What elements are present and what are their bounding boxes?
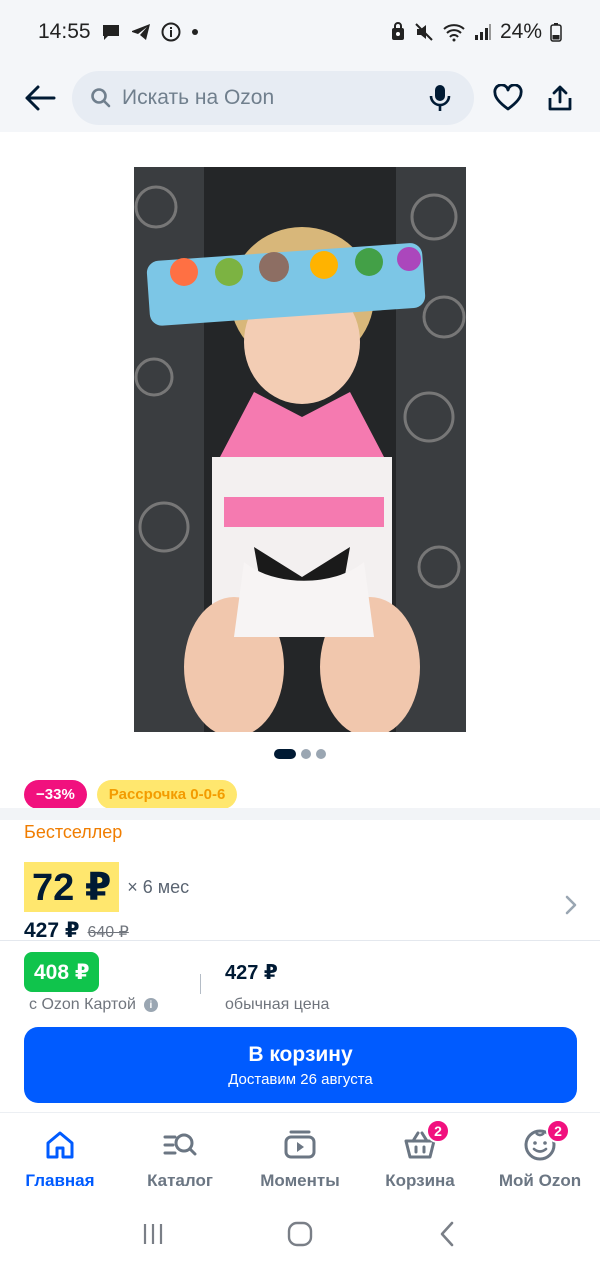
discount-badge: −33% <box>24 780 87 809</box>
product-image[interactable] <box>134 167 466 732</box>
nav-catalog[interactable]: Каталог <box>120 1113 240 1202</box>
back-button[interactable] <box>18 76 62 120</box>
nav-home[interactable]: Главная <box>0 1113 120 1202</box>
recent-apps-icon <box>144 1224 163 1244</box>
profile-notification-badge: 2 <box>546 1119 570 1143</box>
home-circle-icon <box>287 1221 313 1247</box>
nav-catalog-label: Каталог <box>147 1171 213 1190</box>
nav-profile-label: Мой Ozon <box>498 1171 582 1190</box>
nav-moments-label: Моменты <box>260 1171 340 1190</box>
wifi-icon <box>442 22 466 42</box>
image-pager[interactable] <box>0 749 600 759</box>
search-header: Искать на Ozon <box>0 64 600 132</box>
installment-badge[interactable]: Рассрочка 0-0-6 <box>96 780 238 809</box>
mute-icon <box>414 22 434 42</box>
installment-price: 72 ₽ <box>24 862 120 912</box>
signal-icon <box>474 23 492 41</box>
add-to-cart-label: В корзину <box>248 1042 353 1066</box>
badge-row: −33% Рассрочка 0-0-6 <box>24 780 238 809</box>
installment-offer[interactable]: 72 ₽ × 6 мес <box>24 862 189 912</box>
dot-icon <box>191 28 199 36</box>
add-to-cart-button[interactable]: В корзину Доставим 26 августа <box>24 1027 577 1103</box>
home-icon <box>42 1127 78 1163</box>
bestseller-label: Бестселлер <box>24 822 123 842</box>
pager-dot[interactable] <box>316 749 326 759</box>
pager-dot-active[interactable] <box>274 749 296 759</box>
installment-months: × 6 мес <box>127 876 190 897</box>
share-icon <box>548 85 572 111</box>
bottom-navigation: Главная Каталог Моменты 2 Корзина 2 Мой … <box>0 1112 600 1202</box>
voice-search-button[interactable] <box>418 76 462 120</box>
ozon-card-caption[interactable]: с Ozon Картой i <box>29 996 158 1014</box>
delivery-date: Доставим 26 августа <box>228 1070 373 1088</box>
battery-level: 24% <box>499 20 542 43</box>
pager-dot[interactable] <box>301 749 311 759</box>
search-input[interactable]: Искать на Ozon <box>72 71 474 125</box>
arrow-left-icon <box>25 85 56 111</box>
nav-cart-label: Корзина <box>385 1171 455 1190</box>
telegram-icon <box>131 23 151 41</box>
chevron-left-icon <box>440 1221 453 1247</box>
info-icon[interactable]: i <box>143 998 158 1012</box>
alarm-icon <box>390 22 406 42</box>
status-time: 14:55 <box>38 20 91 43</box>
nav-home-label: Главная <box>25 1171 95 1190</box>
recent-apps-button[interactable] <box>123 1209 183 1259</box>
price-separator <box>200 974 201 994</box>
ozon-card-caption-text: с Ozon Картой <box>29 996 136 1013</box>
info-status-icon <box>161 22 181 42</box>
old-price: 640 ₽ <box>87 924 129 941</box>
home-system-button[interactable] <box>270 1209 330 1259</box>
favorite-button[interactable] <box>486 76 530 120</box>
system-navigation <box>0 1202 600 1266</box>
installment-chevron[interactable] <box>558 890 584 920</box>
cart-count-badge: 2 <box>426 1119 450 1143</box>
microphone-icon <box>429 85 451 111</box>
chevron-right-icon <box>565 895 577 915</box>
divider <box>0 940 600 941</box>
product-photo <box>134 167 466 732</box>
status-bar: 14:55 24% <box>0 0 600 64</box>
search-icon <box>91 88 111 108</box>
battery-icon <box>550 22 562 42</box>
section-divider <box>0 808 600 820</box>
nav-moments[interactable]: Моменты <box>240 1113 360 1202</box>
nav-profile[interactable]: 2 Мой Ozon <box>480 1113 600 1202</box>
search-placeholder: Искать на Ozon <box>122 86 275 109</box>
ozon-card-price: 408 ₽ <box>24 952 100 992</box>
moments-icon <box>282 1127 318 1163</box>
nav-cart[interactable]: 2 Корзина <box>360 1113 480 1202</box>
catalog-icon <box>162 1127 198 1163</box>
regular-price: 427 ₽ <box>225 962 278 984</box>
share-button[interactable] <box>538 76 582 120</box>
regular-price-caption: обычная цена <box>225 996 330 1013</box>
system-back-button[interactable] <box>417 1209 477 1259</box>
message-icon <box>101 23 121 41</box>
heart-icon <box>493 84 523 111</box>
